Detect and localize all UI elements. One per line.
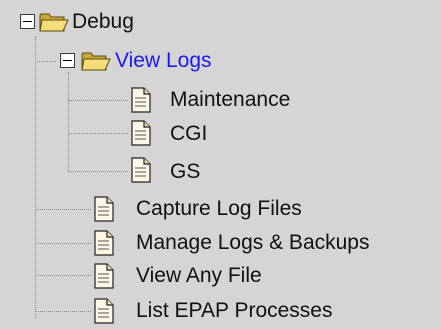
tree-connector [35,209,91,210]
document-icon [94,263,114,289]
tree-connector [68,133,128,134]
document-icon [94,230,114,256]
tree-connector [35,243,91,244]
tree-node-view-any-file[interactable]: View Any File [136,265,262,286]
collapse-toggle-view-logs[interactable] [60,53,75,68]
tree-connector [68,72,69,172]
tree-node-manage-logs-backups[interactable]: Manage Logs & Backups [136,232,369,253]
folder-open-icon [81,52,111,71]
tree-connector [68,100,128,101]
document-icon [94,196,114,222]
document-icon [131,157,151,183]
tree-node-list-epap-processes[interactable]: List EPAP Processes [136,300,332,321]
tree-node-capture-log-files[interactable]: Capture Log Files [136,198,302,219]
tree-node-gs[interactable]: GS [170,161,200,182]
tree-connector [68,171,128,172]
document-icon [131,87,151,113]
tree-node-maintenance[interactable]: Maintenance [170,89,290,110]
tree-view: Debug View Logs Maintenance CGI GS Captu… [0,0,441,329]
collapse-toggle-debug[interactable] [20,14,35,29]
tree-node-debug[interactable]: Debug [72,11,134,32]
document-icon [131,120,151,146]
tree-node-cgi[interactable]: CGI [170,123,207,144]
tree-node-view-logs[interactable]: View Logs [115,50,212,71]
folder-open-icon [39,13,69,32]
tree-connector [35,275,91,276]
tree-connector [35,311,91,312]
document-icon [94,298,114,324]
tree-connector [35,61,56,62]
